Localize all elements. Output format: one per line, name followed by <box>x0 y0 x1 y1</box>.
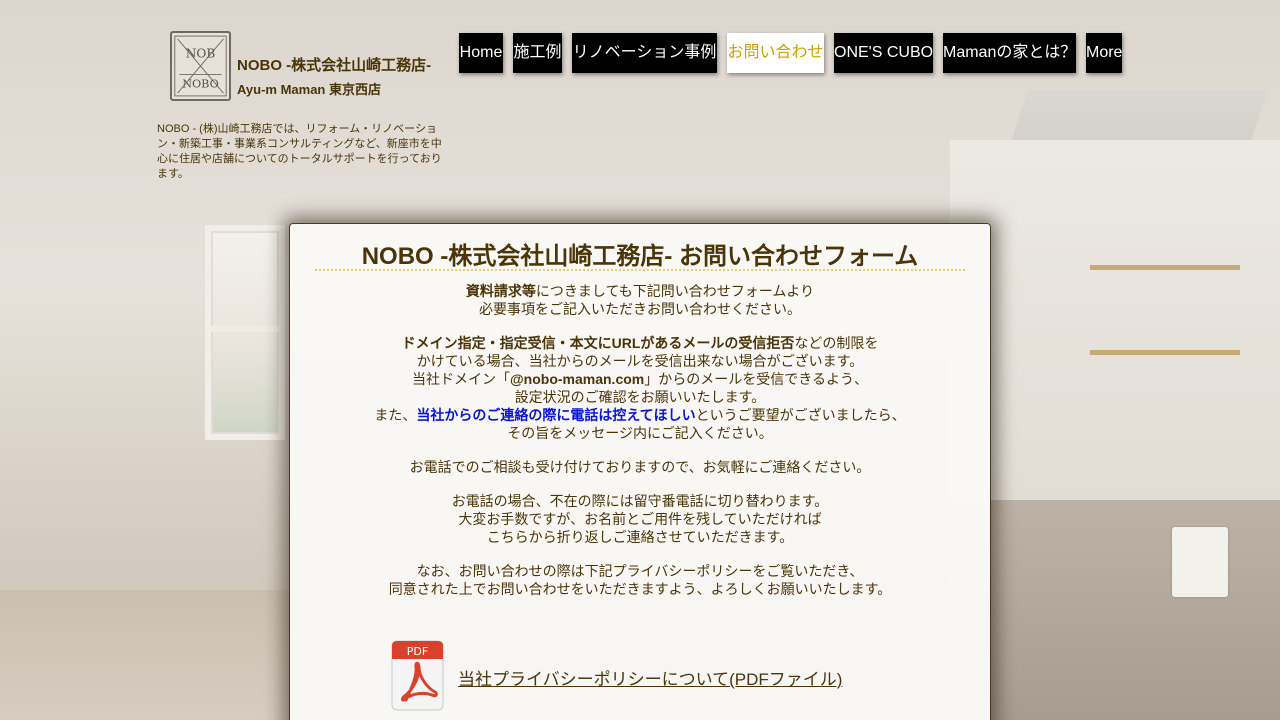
voicemail-line: お電話の場合、不在の際には留守番電話に切り替わります。 <box>451 493 829 509</box>
nav-item-home[interactable]: Home <box>459 33 503 73</box>
domain-notice-line: ドメイン指定・指定受信・本文にURLがあるメールの受信拒否などの制限を <box>401 335 879 351</box>
intro-line: 資料請求等につきましても下記問い合わせフォームより <box>465 283 815 299</box>
domain-notice-line: かけている場合、当社からのメールを受信出来ない場合がございます。 <box>416 353 864 369</box>
domain-notice-line: 設定状況のご確認をお願いいたします。 <box>514 389 766 405</box>
svg-text:PDF: PDF <box>407 645 428 658</box>
logo-emblem-icon: NOB NOBO <box>174 35 227 97</box>
domain-notice-line: 当社ドメイン「@nobo-maman.com」からのメールを受信できるよう、 <box>412 371 868 387</box>
background-outlet <box>1172 527 1228 597</box>
phone-consult-line: お電話でのご相談も受け付けておりますので、お気軽にご連絡ください。 <box>409 459 871 475</box>
intro-line: 必要事項をご記入いただきお問い合わせください。 <box>479 301 801 317</box>
nav-item-works[interactable]: 施工例 <box>513 33 562 73</box>
site-title[interactable]: NOBO -株式会社山崎工務店- <box>237 54 431 75</box>
nav-item-renovation[interactable]: リノベーション事例 <box>572 33 717 73</box>
title-divider <box>315 269 965 271</box>
page-title: NOBO -株式会社山崎工務店- お問い合わせフォーム <box>361 243 919 270</box>
site-description: NOBO - (株)山崎工務店では、リフォーム・リノベーション・新築工事・事業系… <box>157 123 442 180</box>
nav-item-more[interactable]: More <box>1086 33 1122 73</box>
contact-panel: NOBO -株式会社山崎工務店- お問い合わせフォーム 資料請求等につきましても… <box>289 223 991 720</box>
privacy-note-line: なお、お問い合わせの際は下記プライバシーポリシーをご覧いただき、 <box>416 563 864 579</box>
voicemail-line: 大変お手数ですが、お名前とご用件を残していただければ <box>458 511 822 527</box>
background-window <box>205 225 285 440</box>
contact-intro: 資料請求等につきましても下記問い合わせフォームより 必要事項をご記入いただきお問… <box>290 282 990 598</box>
privacy-note-line: 同意された上でお問い合わせをいただきますよう、よろしくお願いいたします。 <box>388 581 892 597</box>
site-logo[interactable]: NOB NOBO <box>170 31 231 101</box>
nav-item-contact[interactable]: お問い合わせ <box>727 33 824 73</box>
nav-item-maman-house[interactable]: Mamanの家とは？ <box>943 33 1076 73</box>
phone-request-line: また、当社からのご連絡の際に電話は控えてほしいというご要望がございましたら、 <box>374 407 906 423</box>
site-subtitle: Ayu-m Maman 東京西店 <box>237 82 381 97</box>
svg-text:NOBO: NOBO <box>182 77 219 90</box>
nav-item-ones-cubo[interactable]: ONE'S CUBO <box>834 33 933 73</box>
pdf-file-icon[interactable]: PDF <box>391 640 444 711</box>
voicemail-line: こちらから折り返しご連絡させていただきます。 <box>486 529 794 545</box>
svg-text:NOB: NOB <box>186 47 216 61</box>
privacy-policy-link[interactable]: 当社プライバシーポリシーについて(PDFファイル) <box>458 665 842 690</box>
phone-request-line: その旨をメッセージ内にご記入ください。 <box>507 425 773 441</box>
